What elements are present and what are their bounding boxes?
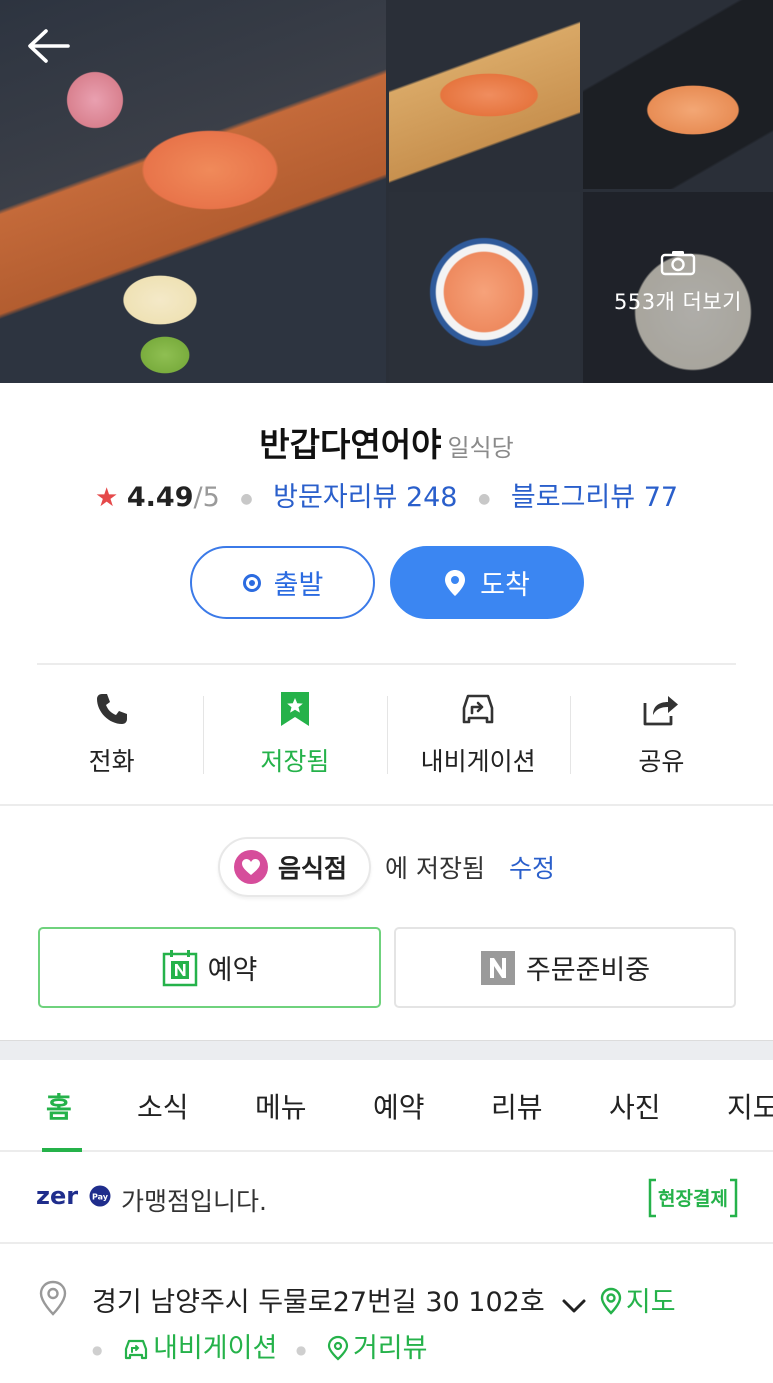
order-button[interactable]: 주문준비중 — [394, 927, 736, 1008]
street-view-pin-icon — [327, 1335, 349, 1361]
zeropay-row: zer Pay 가맹점입니다. 현장결제 — [0, 1152, 773, 1244]
visitor-reviews-link[interactable]: 방문자리뷰 248 — [273, 482, 457, 513]
action-bar: 전화 저장됨 내비게이션 공유 — [20, 688, 753, 778]
divider — [37, 663, 736, 665]
rating-max: /5 — [193, 482, 220, 513]
separator-dot: ● — [92, 1342, 103, 1357]
location-pin-icon — [39, 1280, 67, 1316]
tab-map[interactable]: 지도 — [727, 1086, 773, 1126]
car-navigation-icon — [462, 694, 494, 724]
street-view-label: 거리뷰 — [352, 1333, 428, 1364]
map-label: 지도 — [625, 1287, 676, 1318]
saved-text: 에 저장됨 — [385, 854, 485, 883]
share-icon — [643, 696, 679, 726]
navigation-button[interactable]: 내비게이션 — [386, 688, 570, 778]
photo-thumb-3[interactable] — [389, 192, 580, 383]
rating-row: ★ 4.49/5 ● 방문자리뷰 248 ● 블로그리뷰 77 — [0, 475, 773, 514]
origin-dot-icon — [242, 573, 261, 592]
street-view-link[interactable]: 거리뷰 — [327, 1333, 428, 1364]
star-icon: ★ — [94, 483, 119, 513]
back-arrow-icon[interactable] — [24, 26, 72, 66]
more-photos-button[interactable]: 553개 더보기 — [583, 250, 773, 316]
naver-booking-icon — [162, 949, 197, 986]
rating-value: 4.49 — [126, 482, 194, 513]
tab-bar: 홈 소식 메뉴 예약 리뷰 사진 지도 — [0, 1060, 773, 1152]
chevron-down-icon[interactable] — [561, 1297, 587, 1315]
saved-folder-name: 음식점 — [278, 854, 348, 883]
call-button[interactable]: 전화 — [20, 688, 203, 778]
bookmark-star-icon — [280, 692, 309, 726]
order-label: 주문준비중 — [525, 955, 651, 986]
arrival-label: 도착 — [480, 570, 530, 601]
photo-thumb-1[interactable] — [389, 0, 580, 189]
place-name: 반갑다연어야 — [259, 425, 442, 464]
place-category: 일식당 — [447, 434, 514, 462]
tab-home[interactable]: 홈 — [46, 1086, 72, 1126]
address-links-row: ● 내비게이션 ● 거리뷰 — [92, 1326, 427, 1365]
photo-thumb-2[interactable] — [583, 0, 773, 189]
svg-text:Pay: Pay — [92, 1193, 109, 1202]
divider — [0, 804, 773, 806]
call-label: 전화 — [88, 747, 135, 776]
reserve-label: 예약 — [207, 955, 258, 986]
address-text: 경기 남양주시 두물로27번길 30 102호 — [92, 1287, 545, 1318]
departure-label: 출발 — [273, 570, 324, 601]
save-button[interactable]: 저장됨 — [203, 688, 386, 778]
photo-gallery[interactable]: 553개 더보기 — [0, 0, 773, 383]
camera-icon — [660, 251, 696, 276]
address-row: 경기 남양주시 두물로27번길 30 102호 지도 — [92, 1280, 676, 1319]
svg-text:zer: zer — [36, 1182, 78, 1210]
saved-folder-chip[interactable]: 음식점 — [218, 837, 372, 897]
save-label: 저장됨 — [260, 747, 330, 776]
location-pin-icon — [445, 569, 466, 596]
place-header: 반갑다연어야 일식당 — [0, 418, 773, 466]
tab-photos[interactable]: 사진 — [609, 1086, 661, 1126]
share-button[interactable]: 공유 — [569, 688, 753, 778]
more-photos-label: 553개 더보기 — [613, 290, 743, 314]
tab-news[interactable]: 소식 — [137, 1086, 189, 1126]
separator-dot: ● — [478, 490, 491, 507]
saved-folder-row: 음식점 에 저장됨 수정 — [0, 837, 773, 897]
reserve-button[interactable]: 예약 — [38, 927, 381, 1008]
departure-button[interactable]: 출발 — [190, 546, 375, 619]
edit-saved-link[interactable]: 수정 — [509, 849, 555, 885]
car-navigation-icon — [124, 1339, 148, 1360]
heart-icon — [234, 850, 268, 884]
arrival-button[interactable]: 도착 — [390, 546, 584, 619]
address-navigation-label: 내비게이션 — [153, 1333, 278, 1364]
zeropay-logo: zer Pay — [36, 1182, 111, 1210]
separator-dot: ● — [240, 490, 253, 507]
map-pin-icon — [600, 1287, 622, 1315]
blog-reviews-link[interactable]: 블로그리뷰 77 — [511, 482, 678, 513]
address-navigation-link[interactable]: 내비게이션 — [123, 1333, 286, 1364]
section-gap — [0, 1040, 773, 1060]
tab-menu[interactable]: 메뉴 — [255, 1086, 307, 1126]
map-link[interactable]: 지도 — [600, 1287, 676, 1318]
share-label: 공유 — [638, 747, 685, 776]
onsite-payment-badge: 현장결제 — [648, 1178, 738, 1218]
naver-order-icon — [480, 950, 515, 985]
onsite-payment-label: 현장결제 — [658, 1188, 728, 1210]
separator-dot: ● — [295, 1342, 307, 1357]
zeropay-text: 가맹점입니다. — [121, 1187, 267, 1216]
tab-reviews[interactable]: 리뷰 — [491, 1086, 543, 1126]
phone-icon — [96, 694, 127, 724]
tab-reservation[interactable]: 예약 — [373, 1086, 425, 1126]
navigation-label: 내비게이션 — [420, 747, 536, 776]
